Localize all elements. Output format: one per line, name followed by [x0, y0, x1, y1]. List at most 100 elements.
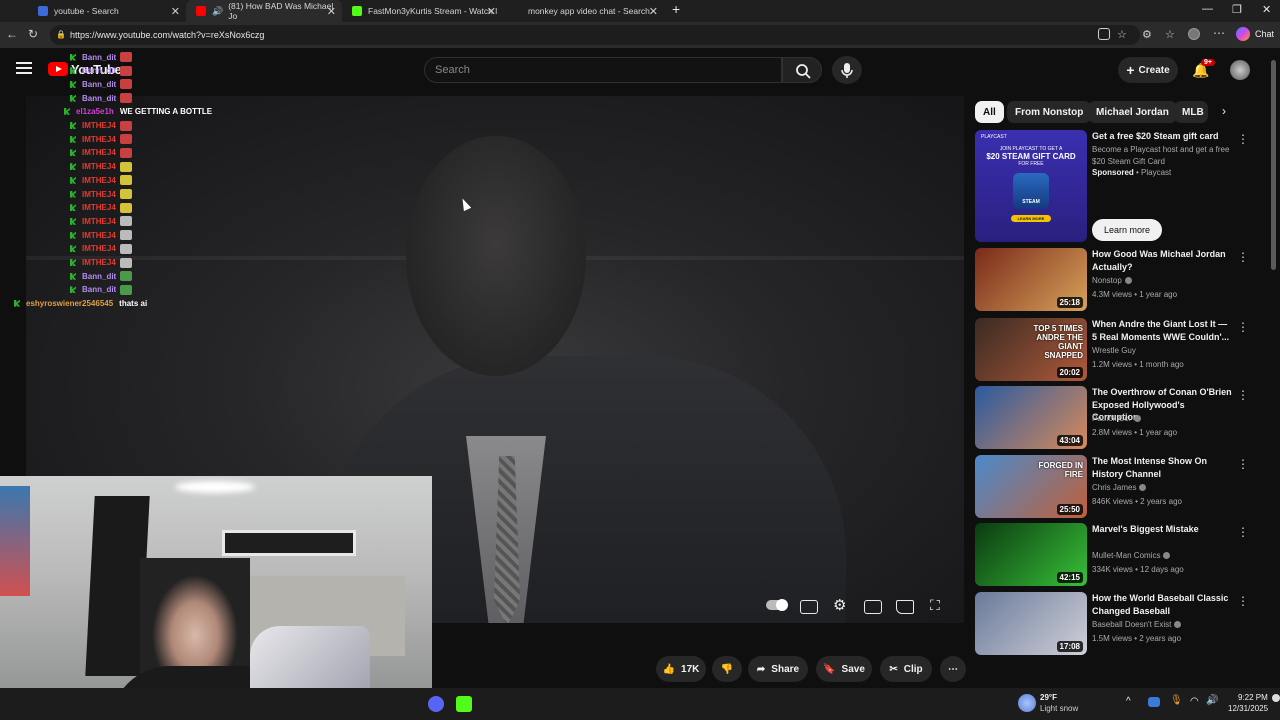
chat-button[interactable]: Chat	[1255, 29, 1274, 39]
close-icon[interactable]: ✕	[649, 5, 658, 18]
minimize-icon[interactable]: —	[1202, 3, 1213, 15]
learn-more-button[interactable]: Learn more	[1092, 219, 1162, 241]
autoplay-toggle[interactable]	[766, 599, 788, 611]
search-input[interactable]: Search	[424, 57, 782, 83]
miniplayer-icon[interactable]	[864, 600, 882, 614]
share-button[interactable]: ➦ Share	[748, 656, 808, 682]
more-options-icon[interactable]: ⋮	[1237, 594, 1249, 608]
kick-badge-icon	[70, 259, 76, 266]
more-options-icon[interactable]: ⋮	[1237, 250, 1249, 264]
video-thumbnail[interactable]: 25:18	[975, 248, 1087, 311]
favorite-star-icon[interactable]: ☆	[1117, 28, 1127, 41]
channel-name[interactable]: Mullet-Man Comics	[1092, 551, 1160, 560]
video-title[interactable]: Marvel's Biggest Mistake	[1092, 523, 1232, 536]
wifi-icon[interactable]: ◠	[1190, 696, 1199, 707]
reader-view-icon[interactable]	[1098, 28, 1110, 40]
recommended-video[interactable]: 25:18 How Good Was Michael Jordan Actuall…	[975, 248, 1265, 312]
more-options-icon[interactable]: ⋮	[1237, 388, 1249, 402]
refresh-icon[interactable]: ↻	[28, 27, 38, 41]
channel-name[interactable]: Wrestle Guy	[1092, 346, 1136, 355]
thumbnail-caption: TOP 5 TIMES ANDRE THE GIANT SNAPPED	[1033, 324, 1084, 360]
video-title[interactable]: How the World Baseball Classic Changed B…	[1092, 592, 1232, 617]
close-window-icon[interactable]: ✕	[1262, 3, 1271, 16]
tab-kick-stream[interactable]: FastMon3yKurtis Stream - Watch l ✕	[342, 0, 502, 22]
tab-youtube-search[interactable]: youtube - Search ✕	[28, 0, 186, 22]
close-icon[interactable]: ✕	[327, 5, 336, 18]
video-thumbnail[interactable]: 42:15	[975, 523, 1087, 586]
chevron-right-icon[interactable]: ›	[1222, 104, 1226, 118]
ad-card[interactable]: PLAYCAST JOIN PLAYCAST TO GET A $20 STEA…	[975, 130, 1265, 242]
settings-gear-icon[interactable]: ⚙	[833, 596, 846, 614]
profile-avatar[interactable]	[1188, 28, 1200, 40]
copilot-icon[interactable]	[1236, 27, 1250, 41]
speaker-icon[interactable]: 🔊	[212, 6, 223, 17]
microphone-tray-icon[interactable]: 🎙	[1170, 695, 1183, 706]
chevron-up-icon[interactable]: ^	[1126, 696, 1131, 707]
channel-name[interactable]: Patrick Cc:	[1092, 414, 1131, 423]
weather-condition[interactable]: Light snow	[1040, 704, 1078, 713]
video-title[interactable]: How Good Was Michael Jordan Actually?	[1092, 248, 1232, 273]
recommended-video[interactable]: FORGED IN FIRE 25:50 The Most Intense Show…	[975, 455, 1265, 519]
account-avatar[interactable]	[1230, 60, 1250, 80]
close-icon[interactable]: ✕	[171, 5, 180, 18]
video-thumbnail[interactable]: FORGED IN FIRE 25:50	[975, 455, 1087, 518]
like-button[interactable]: 👍 17K	[656, 656, 706, 682]
ad-title[interactable]: Get a free $20 Steam gift card	[1092, 130, 1232, 143]
video-title[interactable]: The Most Intense Show On History Channel	[1092, 455, 1232, 480]
onedrive-icon[interactable]	[1148, 697, 1160, 707]
tab-monkey-search[interactable]: monkey app video chat - Search ✕	[502, 0, 664, 22]
chat-message: IMTHEJ4	[70, 243, 132, 254]
chip-mlb[interactable]: MLB	[1174, 101, 1208, 123]
chip-michael-jordan[interactable]: Michael Jordan	[1088, 101, 1177, 123]
hamburger-menu-icon[interactable]	[16, 62, 32, 74]
more-options-icon[interactable]: ⋮	[1237, 132, 1249, 146]
recommended-video[interactable]: 42:15 Marvel's Biggest Mistake Mullet-Man …	[975, 523, 1265, 587]
recommended-video[interactable]: 17:08 How the World Baseball Classic Chan…	[975, 592, 1265, 656]
video-thumbnail[interactable]: TOP 5 TIMES ANDRE THE GIANT SNAPPED 20:02	[975, 318, 1087, 381]
kick-app-icon[interactable]	[456, 696, 472, 712]
tab-label: (81) How BAD Was Michael Jo	[228, 1, 334, 21]
channel-name[interactable]: Baseball Doesn't Exist	[1092, 620, 1171, 629]
search-button[interactable]	[782, 57, 822, 83]
more-options-icon[interactable]: ⋮	[1237, 457, 1249, 471]
youtube-logo-icon[interactable]	[48, 62, 68, 76]
more-options-icon[interactable]: ⋮	[1237, 525, 1249, 539]
dislike-button[interactable]: 👎	[712, 656, 742, 682]
voice-search-button[interactable]	[832, 56, 862, 84]
maximize-icon[interactable]: ❐	[1232, 3, 1242, 16]
create-button[interactable]: + Create	[1118, 57, 1178, 83]
clock-date[interactable]: 12/31/2025	[1228, 704, 1268, 713]
page-scrollbar[interactable]	[1271, 60, 1276, 270]
kick-badge-icon	[70, 80, 76, 88]
favorites-icon[interactable]: ☆	[1165, 28, 1175, 41]
more-options-icon[interactable]: ⋮	[1237, 320, 1249, 334]
new-tab-button[interactable]: +	[672, 1, 680, 17]
clock-time[interactable]: 9:22 PM	[1238, 693, 1268, 702]
address-bar[interactable]: 🔒 https://www.youtube.com/watch?v=reXsNo…	[50, 25, 1140, 45]
save-button[interactable]: 🔖 Save	[816, 656, 872, 682]
close-icon[interactable]: ✕	[487, 5, 496, 18]
chip-from-nonstop[interactable]: From Nonstop	[1007, 101, 1092, 123]
captions-icon[interactable]	[800, 600, 818, 614]
channel-name[interactable]: Chris James	[1092, 483, 1136, 492]
back-icon[interactable]: ←	[6, 27, 18, 41]
extensions-icon[interactable]: ⚙	[1142, 28, 1152, 41]
video-thumbnail[interactable]: 43:04	[975, 386, 1087, 449]
more-actions-button[interactable]: ⋯	[940, 656, 966, 682]
weather-temperature[interactable]: 29°F	[1040, 693, 1057, 702]
clip-button[interactable]: ✂ Clip	[880, 656, 932, 682]
more-menu-icon[interactable]: ⋯	[1213, 26, 1225, 40]
chip-all[interactable]: All	[975, 101, 1004, 123]
recommended-video[interactable]: 43:04 The Overthrow of Conan O'Brien Expo…	[975, 386, 1265, 450]
cast-icon[interactable]	[896, 600, 914, 614]
recommended-video[interactable]: TOP 5 TIMES ANDRE THE GIANT SNAPPED 20:02…	[975, 318, 1265, 382]
video-title[interactable]: When Andre the Giant Lost It — 5 Real Mo…	[1092, 318, 1232, 343]
volume-icon[interactable]: 🔊	[1206, 695, 1218, 706]
discord-icon[interactable]	[428, 696, 444, 712]
channel-name[interactable]: Nonstop	[1092, 276, 1122, 285]
tab-youtube-video[interactable]: 🔊 (81) How BAD Was Michael Jo ✕	[186, 0, 342, 22]
ad-thumbnail[interactable]: PLAYCAST JOIN PLAYCAST TO GET A $20 STEA…	[975, 130, 1087, 242]
fullscreen-icon[interactable]: ⛶	[930, 597, 940, 614]
video-thumbnail[interactable]: 17:08	[975, 592, 1087, 655]
notification-center-icon[interactable]	[1272, 694, 1280, 702]
